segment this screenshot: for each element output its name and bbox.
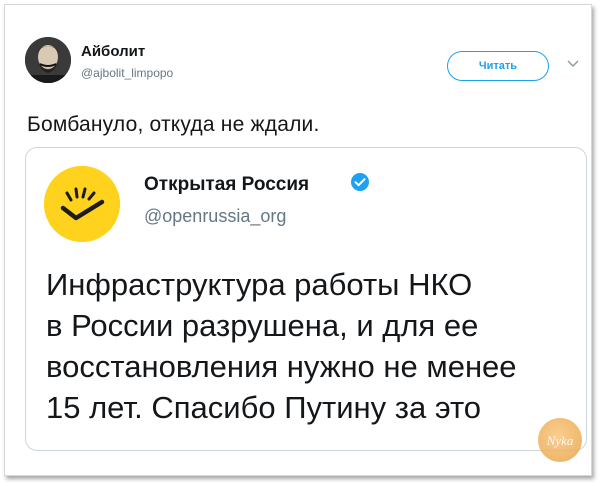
- quoted-avatar[interactable]: [44, 166, 120, 242]
- follow-button[interactable]: Читать: [447, 51, 549, 81]
- quoted-handle[interactable]: @openrussia_org: [144, 206, 286, 227]
- author-avatar[interactable]: [25, 37, 71, 83]
- watermark-logo: Nyka: [538, 418, 582, 462]
- quoted-text-line: восстановления нужно не менее: [46, 349, 517, 384]
- tweet-card: Айболит @ajbolit_limpopo Читать Бомбанул…: [4, 4, 592, 476]
- quoted-tweet[interactable]: Открытая Россия @openrussia_org Инфрастр…: [25, 147, 587, 451]
- author-name[interactable]: Айболит: [81, 43, 145, 60]
- svg-text:Nyka: Nyka: [546, 433, 574, 448]
- chevron-down-icon[interactable]: [567, 59, 579, 69]
- quoted-text-line: в России разрушена, и для ее: [46, 308, 479, 343]
- quoted-text-line: 15 лет. Спасибо Путину за это: [46, 390, 482, 425]
- verified-badge-icon: [351, 173, 369, 191]
- quoted-name[interactable]: Открытая Россия: [144, 174, 309, 196]
- author-handle[interactable]: @ajbolit_limpopo: [81, 66, 173, 80]
- tweet-text: Бомбануло, откуда не ждали.: [27, 113, 320, 136]
- quoted-text-line: Инфраструктура работы НКО: [46, 267, 473, 302]
- quoted-text: Инфраструктура работы НКО в России разру…: [46, 264, 576, 428]
